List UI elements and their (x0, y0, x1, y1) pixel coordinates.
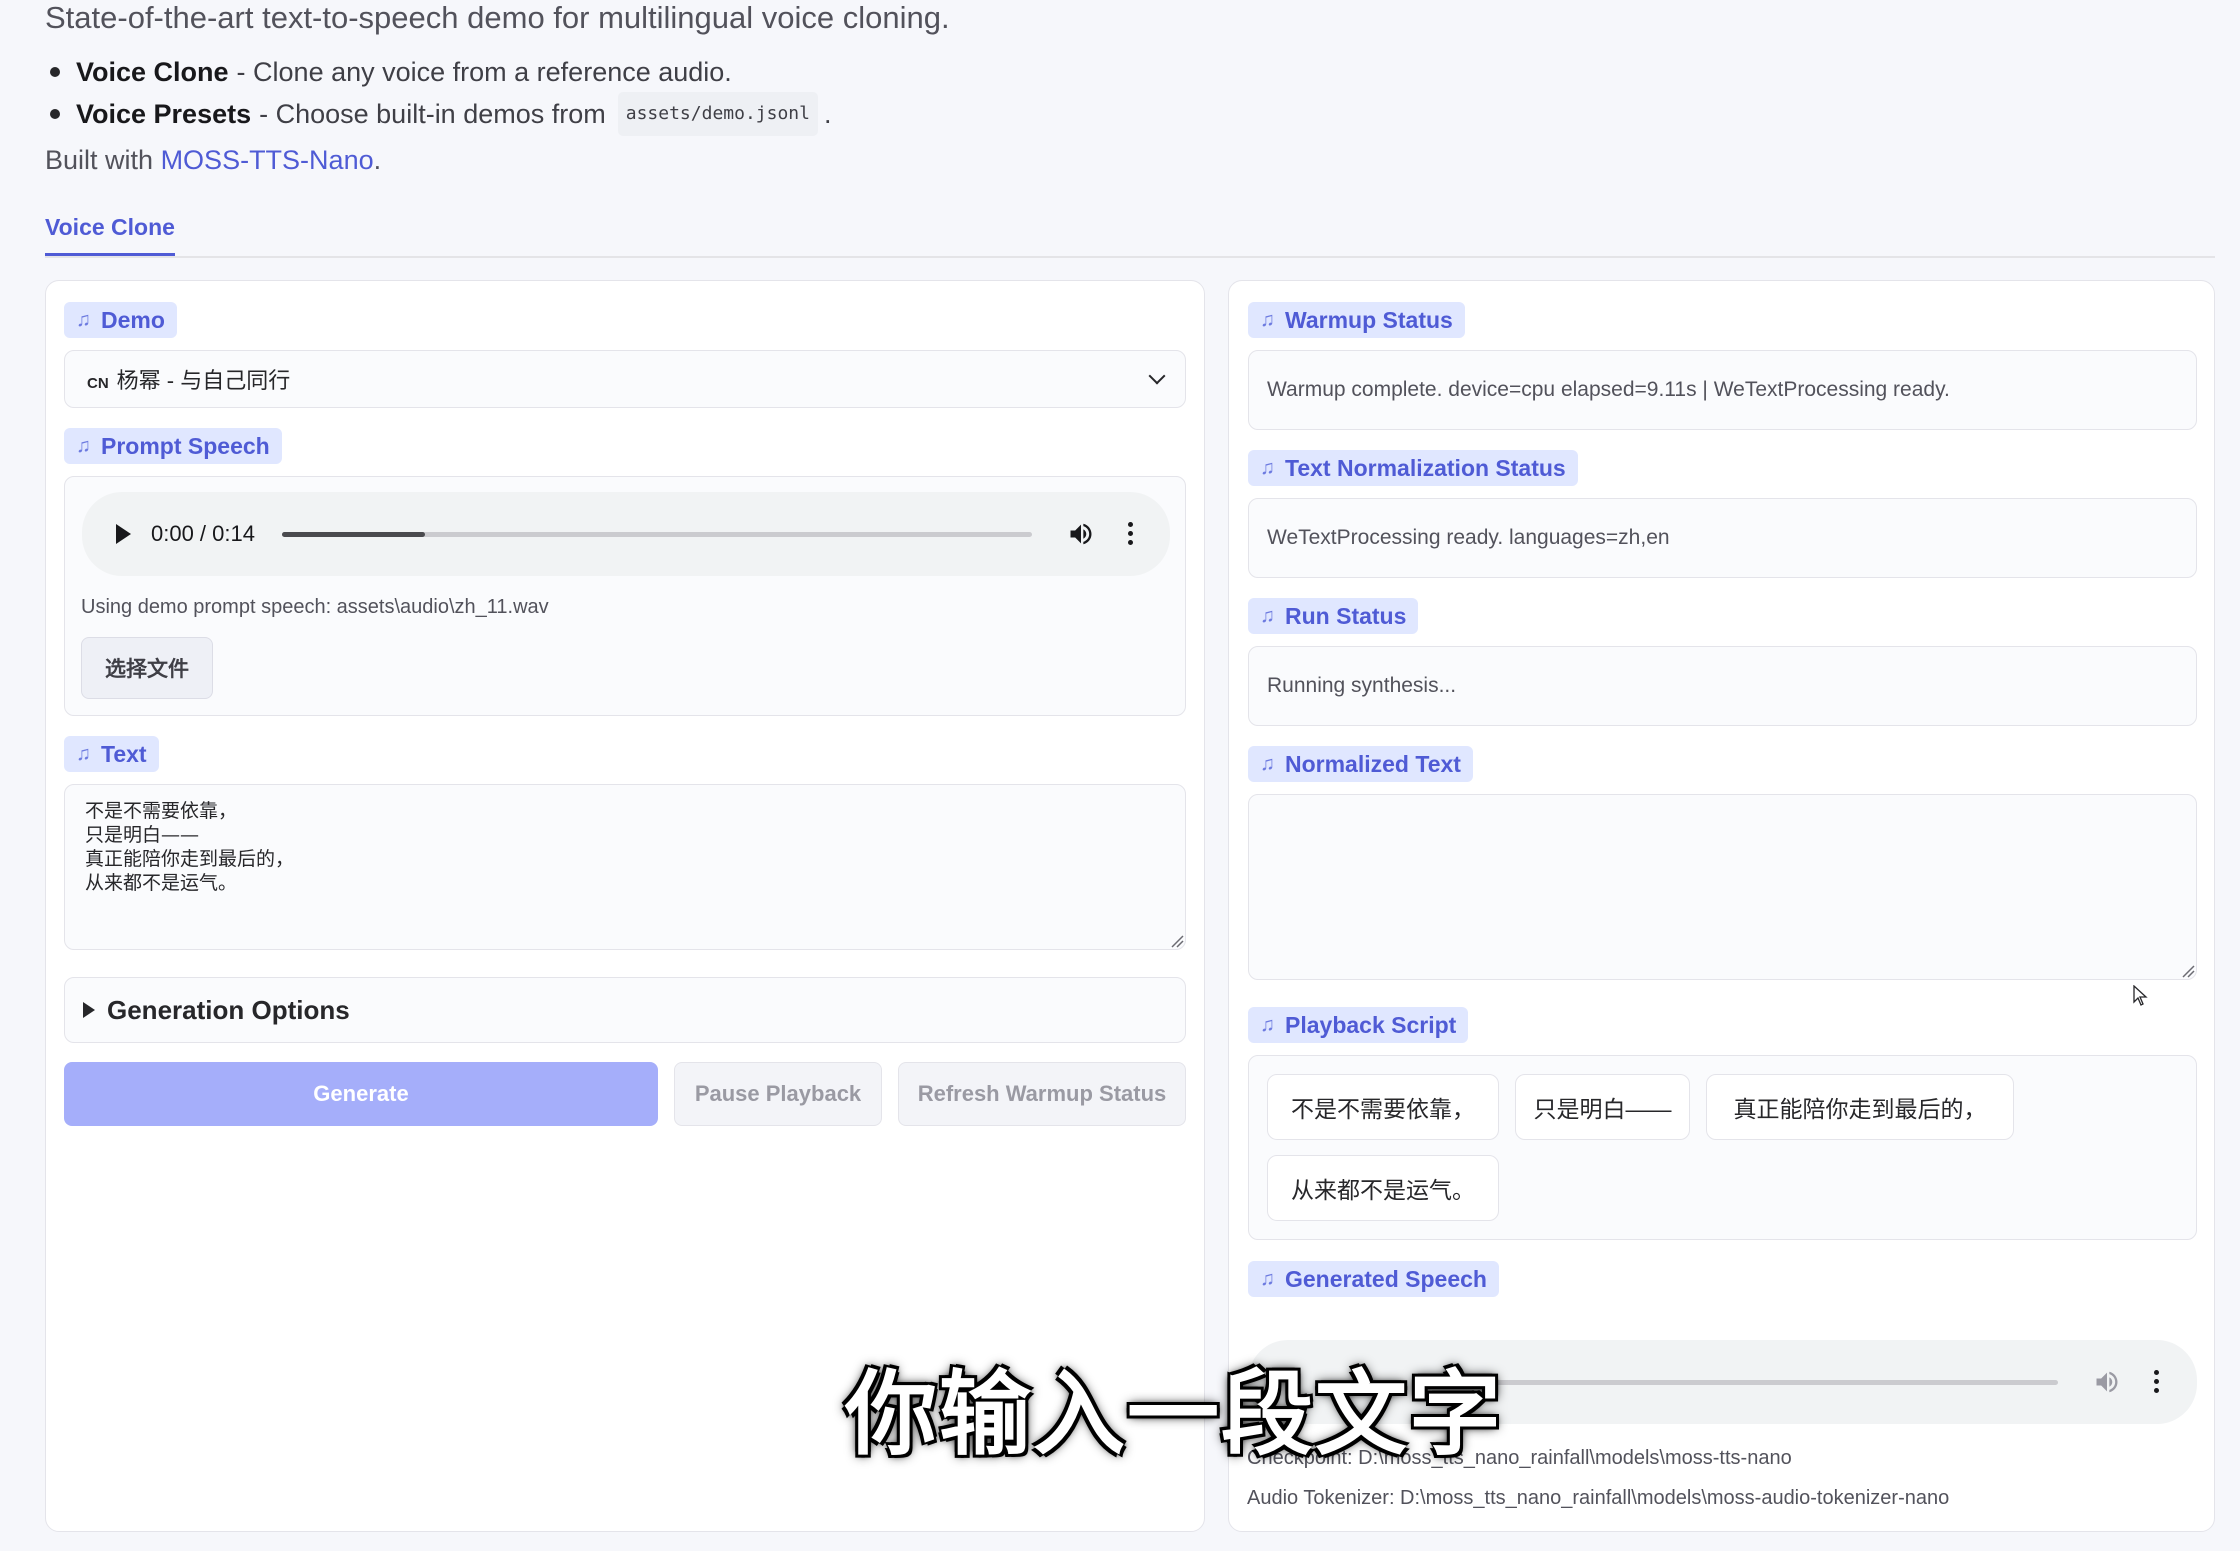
feature-list: Voice Clone - Clone any voice from a ref… (50, 52, 832, 136)
demo-select-value: CN 杨幂 - 与自己同行 (87, 363, 290, 395)
music-note-icon: ♫ (1260, 604, 1275, 627)
demo-label: ♫ Demo (64, 302, 177, 338)
warmup-status-label-text: Warmup Status (1285, 306, 1453, 333)
feature-item-voice-presets: Voice Presets - Choose built-in demos fr… (50, 92, 832, 136)
run-status-label-text: Run Status (1285, 602, 1407, 629)
text-normalization-label-text: Text Normalization Status (1285, 454, 1566, 481)
prompt-speech-label: ♫ Prompt Speech (64, 428, 282, 464)
generation-options-label: Generation Options (107, 994, 350, 1025)
feature-code: assets/demo.jsonl (617, 92, 818, 136)
audio-progress-track[interactable] (1448, 1380, 2058, 1385)
generated-speech-label-text: Generated Speech (1285, 1265, 1487, 1292)
text-label-text: Text (101, 740, 147, 767)
demo-selected-text: 杨幂 - 与自己同行 (116, 368, 291, 393)
normalized-text-label-text: Normalized Text (1285, 750, 1461, 777)
script-chip[interactable]: 真正能陪你走到最后的， (1706, 1074, 2014, 1140)
audio-tokenizer-path: Audio Tokenizer: D:\moss_tts_nano_rainfa… (1247, 1487, 1950, 1509)
resize-handle-icon[interactable] (2181, 964, 2195, 978)
warmup-status-field: Warmup complete. device=cpu elapsed=9.11… (1248, 350, 2197, 430)
music-note-icon: ♫ (76, 742, 91, 765)
music-note-icon: ♫ (76, 308, 91, 331)
text-normalization-status-field: WeTextProcessing ready. languages=zh,en (1248, 498, 2197, 578)
page-subtitle: State-of-the-art text-to-speech demo for… (45, 0, 950, 35)
demo-select[interactable]: CN 杨幂 - 与自己同行 (64, 350, 1186, 408)
tabs-bar: Voice Clone (45, 204, 2215, 258)
volume-icon[interactable] (1067, 520, 1095, 548)
feature-item-voice-clone: Voice Clone - Clone any voice from a ref… (50, 52, 832, 92)
built-with-prefix: Built with (45, 145, 154, 175)
prompt-speech-label-text: Prompt Speech (101, 432, 270, 459)
normalized-text-label: ♫ Normalized Text (1248, 746, 1473, 782)
music-note-icon: ♫ (1260, 308, 1275, 331)
script-chip[interactable]: 不是不需要依靠， (1267, 1074, 1499, 1140)
script-chip[interactable]: 从来都不是运气。 (1267, 1155, 1499, 1221)
flag-cn-icon: CN (87, 375, 109, 392)
feature-name: Voice Presets (76, 99, 252, 129)
resize-handle-icon[interactable] (1170, 934, 1184, 948)
video-subtitle-overlay: 你输入一段文字 (845, 1361, 1504, 1468)
audio-time: 0:00 / 0:14 (151, 521, 255, 546)
generated-speech-label: ♫ Generated Speech (1248, 1261, 1499, 1297)
choose-file-button[interactable]: 选择文件 (81, 637, 213, 699)
prompt-audio-player[interactable]: 0:00 / 0:14 (82, 492, 1170, 576)
pause-playback-button[interactable]: Pause Playback (674, 1062, 882, 1126)
moss-tts-nano-link[interactable]: MOSS-TTS-Nano (161, 145, 374, 175)
more-vertical-icon[interactable] (1128, 522, 1133, 545)
more-vertical-icon[interactable] (2154, 1370, 2159, 1393)
bullet-icon (50, 67, 60, 77)
music-note-icon: ♫ (1260, 1267, 1275, 1290)
refresh-warmup-button[interactable]: Refresh Warmup Status (898, 1062, 1186, 1126)
built-with-suffix: . (373, 145, 382, 175)
chevron-down-icon (1148, 367, 1166, 385)
music-note-icon: ♫ (1260, 752, 1275, 775)
demo-label-text: Demo (101, 306, 165, 333)
tab-voice-clone[interactable]: Voice Clone (45, 214, 175, 256)
prompt-speech-info: Using demo prompt speech: assets\audio\z… (81, 596, 549, 618)
volume-icon[interactable] (2093, 1368, 2121, 1396)
text-input[interactable]: 不是不需要依靠， 只是明白—— 真正能陪你走到最后的， 从来都不是运气。 (64, 784, 1186, 950)
audio-progress-fill (282, 532, 425, 537)
expand-triangle-icon (83, 1002, 95, 1018)
warmup-status-label: ♫ Warmup Status (1248, 302, 1465, 338)
built-with-line: Built with MOSS-TTS-Nano. (45, 142, 381, 178)
playback-script-label: ♫ Playback Script (1248, 1007, 1469, 1043)
music-note-icon: ♫ (1260, 1013, 1275, 1036)
feature-desc: - Choose built-in demos from (259, 99, 606, 129)
feature-name: Voice Clone (76, 57, 229, 87)
script-chip[interactable]: 只是明白—— (1515, 1074, 1690, 1140)
music-note-icon: ♫ (1260, 456, 1275, 479)
mouse-cursor-icon (2133, 985, 2148, 1006)
audio-progress-track[interactable] (282, 532, 1032, 537)
run-status-field: Running synthesis... (1248, 646, 2197, 726)
play-icon[interactable] (116, 524, 131, 544)
music-note-icon: ♫ (76, 434, 91, 457)
playback-script-label-text: Playback Script (1285, 1011, 1457, 1038)
run-status-label: ♫ Run Status (1248, 598, 1419, 634)
bullet-icon (50, 109, 60, 119)
text-normalization-status-label: ♫ Text Normalization Status (1248, 450, 1578, 486)
feature-tail: . (823, 99, 832, 129)
feature-desc: - Clone any voice from a reference audio… (236, 57, 732, 87)
normalized-text-field[interactable] (1248, 794, 2197, 980)
text-label: ♫ Text (64, 736, 159, 772)
generate-button[interactable]: Generate (64, 1062, 658, 1126)
generation-options-accordion[interactable]: Generation Options (64, 977, 1186, 1043)
